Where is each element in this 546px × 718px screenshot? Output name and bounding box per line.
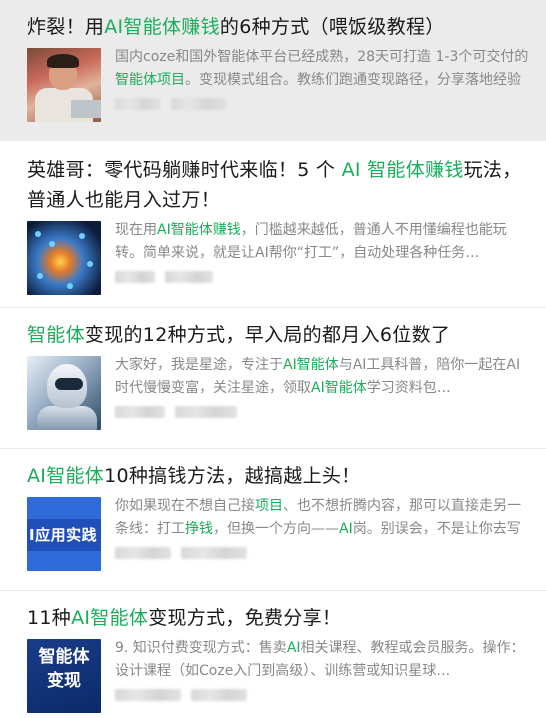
highlighted-keyword: 智能体 [27,324,85,346]
robot-image[interactable] [27,356,101,430]
result-body: 现在用AI智能体赚钱，门槛越来越低，普通人不用懂编程也能玩转。简单来说，就是让A… [27,219,532,295]
result-item[interactable]: AI智能体10种搞钱方法，越搞越上头！ I应用实践 你如果现在不想自己接项目、也… [0,449,546,591]
highlighted-keyword: AI智能体赚钱 [157,222,241,238]
text-segment: 11种 [27,607,72,629]
result-meta-redacted [115,547,532,561]
highlighted-keyword: AI智能体 [71,607,149,629]
result-meta-redacted [115,271,532,285]
highlighted-keyword: 智能体项目 [115,72,185,88]
result-meta-redacted [115,98,532,112]
highlighted-keyword: 项目 [255,498,283,514]
text-segment: 大家好，我是星途，专注于 [115,357,283,373]
text-segment: 变现方式，免费分享！ [148,607,342,629]
text-segment: 学习资料包… [366,380,451,396]
text-segment: 国内coze和国外智能体平台已经成熟，28天可打造 1-3个可交付的 [115,49,529,65]
highlighted-keyword: AI智能体 [311,380,367,396]
highlighted-keyword: AI智能体 [27,465,105,487]
text-segment: 10种搞钱方法，越搞越上头！ [104,465,361,487]
thumb-text: 智能体变现 [38,647,90,691]
highlighted-keyword: AI [286,640,301,656]
text-segment: 9. 知识付费变现方式：售卖 [115,640,287,656]
ai-application-banner-image[interactable]: I应用实践 [27,497,101,571]
thumb-text: I应用实践 [29,526,98,544]
result-item[interactable]: 英雄哥：零代码躺赚时代来临！5 个 AI 智能体赚钱玩法，普通人也能月入过万！ … [0,141,546,308]
result-body: I应用实践 你如果现在不想自己接项目、也不想折腾内容，那可以直接走另一条线：打工… [27,495,532,571]
highlighted-keyword: 挣钱 [185,521,213,537]
result-title[interactable]: 炸裂！用AI智能体赚钱的6种方式（喂饭级教程） [27,12,532,42]
text-segment: ，但换一个方向—— [213,521,339,537]
text-segment: 现在用 [115,222,157,238]
text-segment: 炸裂！用 [27,16,105,38]
agent-monetization-cover-image[interactable]: 智能体变现 [27,639,101,713]
result-item[interactable]: 智能体变现的12种方式，早入局的都月入6位数了 大家好，我是星途，专注于AI智能… [0,308,546,449]
network-globe-image[interactable] [27,221,101,295]
result-snippet: 你如果现在不想自己接项目、也不想折腾内容，那可以直接走另一条线：打工挣钱，但换一… [115,495,532,541]
text-segment: 你如果现在不想自己接 [115,498,255,514]
result-meta-redacted [115,406,532,420]
result-item[interactable]: 炸裂！用AI智能体赚钱的6种方式（喂饭级教程） 国内coze和国外智能体平台已经… [0,0,546,141]
result-body: 国内coze和国外智能体平台已经成熟，28天可打造 1-3个可交付的智能体项目。… [27,46,532,122]
text-segment: 的6种方式（喂饭级教程） [219,16,445,38]
result-title[interactable]: 智能体变现的12种方式，早入局的都月入6位数了 [27,320,532,350]
result-title[interactable]: AI智能体10种搞钱方法，越搞越上头！ [27,461,532,491]
result-item[interactable]: 11种AI智能体变现方式，免费分享！ 智能体变现 9. 知识付费变现方式：售卖A… [0,591,546,718]
highlighted-keyword: AI [339,521,353,537]
result-title[interactable]: 11种AI智能体变现方式，免费分享！ [27,603,532,633]
text-segment: 变现的12种方式，早入局的都月入6位数了 [84,324,451,346]
result-body: 大家好，我是星途，专注于AI智能体与AI工具科普，陪你一起在AI时代慢慢变富，关… [27,354,532,430]
person-with-laptop-image[interactable] [27,48,101,122]
text-segment: 英雄哥：零代码躺赚时代来临！5 个 [27,159,342,181]
result-snippet: 现在用AI智能体赚钱，门槛越来越低，普通人不用懂编程也能玩转。简单来说，就是让A… [115,219,532,265]
search-results-list: 炸裂！用AI智能体赚钱的6种方式（喂饭级教程） 国内coze和国外智能体平台已经… [0,0,546,718]
result-snippet: 国内coze和国外智能体平台已经成熟，28天可打造 1-3个可交付的智能体项目。… [115,46,532,92]
result-body: 智能体变现 9. 知识付费变现方式：售卖AI相关课程、教程或会员服务。操作：设计… [27,637,532,713]
result-title[interactable]: 英雄哥：零代码躺赚时代来临！5 个 AI 智能体赚钱玩法，普通人也能月入过万！ [27,155,532,215]
result-meta-redacted [115,689,532,703]
highlighted-keyword: AI智能体赚钱 [104,16,220,38]
highlighted-keyword: AI 智能体赚钱 [341,159,464,181]
highlighted-keyword: AI智能体 [283,357,339,373]
result-snippet: 大家好，我是星途，专注于AI智能体与AI工具科普，陪你一起在AI时代慢慢变富，关… [115,354,532,400]
result-snippet: 9. 知识付费变现方式：售卖AI相关课程、教程或会员服务。操作：设计课程（如Co… [115,637,532,683]
